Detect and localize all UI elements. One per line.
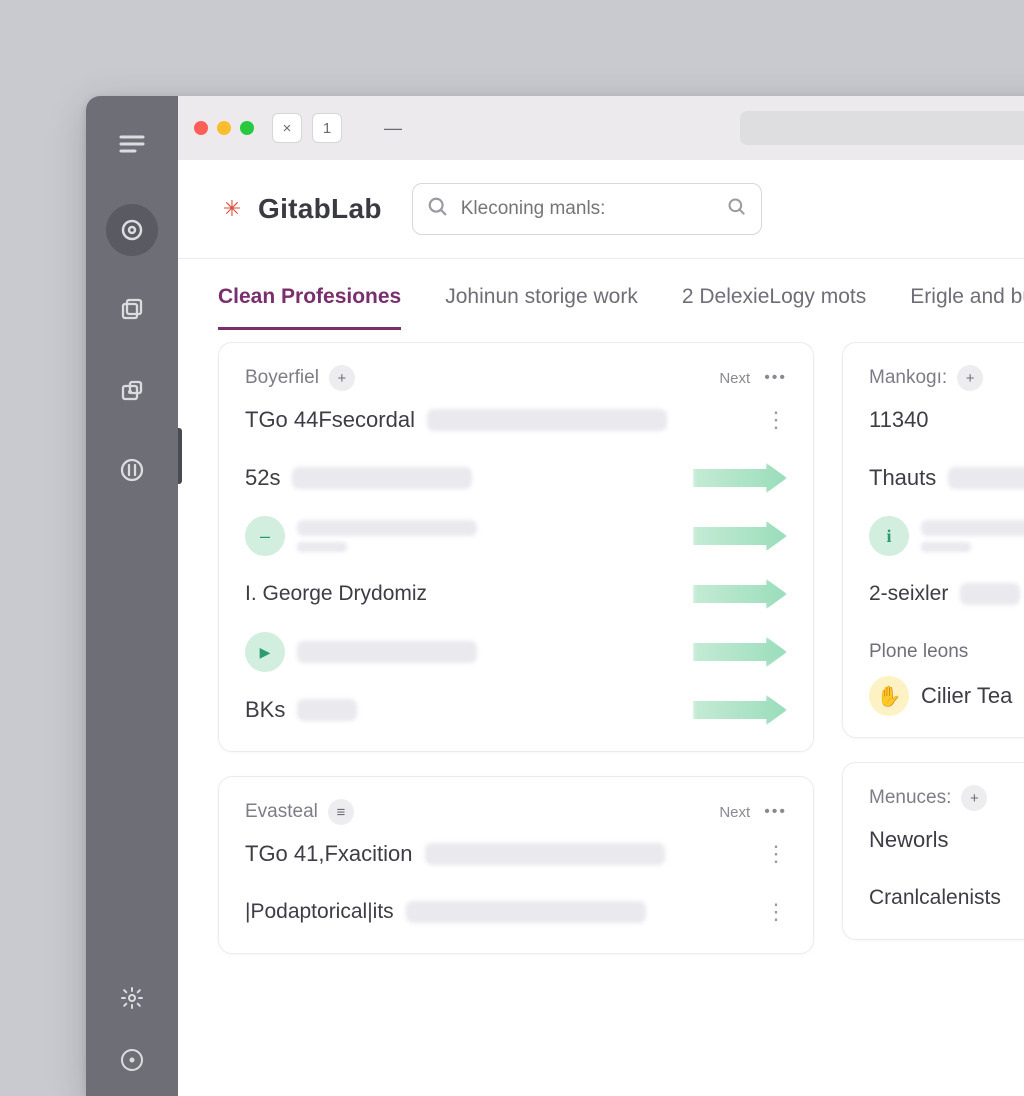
search-icon [427, 196, 449, 223]
list-item[interactable]: 11340 [869, 391, 1024, 449]
list-item[interactable]: 52s [245, 449, 787, 507]
card-title: Mankogı: [869, 367, 947, 389]
sidebar-item-projects[interactable] [106, 284, 158, 336]
list-item[interactable]: Neworls [869, 811, 1024, 869]
add-icon[interactable]: + [961, 785, 987, 811]
placeholder-text [297, 542, 347, 552]
card-menuces: Menuces: + Neworls Cranlcalenists [842, 762, 1024, 940]
search-box[interactable] [412, 183, 762, 235]
card-mankogi: Mankogı: + 11340 Thauts [842, 342, 1024, 738]
section-title: Plone leons [869, 641, 1024, 663]
placeholder-text [292, 467, 472, 489]
minimize-window-button[interactable] [217, 121, 231, 135]
row-menu-icon[interactable]: ⋮ [765, 841, 787, 867]
list-item[interactable]: 2-seixler [869, 565, 1024, 623]
app-window: × 1 — Cultach ✳ GitabLab [86, 96, 1024, 1096]
menu-toggle-icon[interactable] [106, 124, 158, 164]
titlebar: × 1 — Cultach [178, 96, 1024, 160]
placeholder-text [948, 467, 1024, 489]
dash-icon [245, 516, 285, 556]
row-menu-icon[interactable]: ⋮ [765, 407, 787, 433]
row-menu-icon[interactable]: ⋮ [765, 899, 787, 925]
tab-johinun[interactable]: Johinun storige work [445, 285, 638, 330]
next-button[interactable]: Next [719, 804, 750, 821]
sidebar-item-activity[interactable] [106, 444, 158, 496]
sidebar-rail [86, 96, 178, 1096]
placeholder-text [425, 843, 665, 865]
sort-icon[interactable] [328, 799, 354, 825]
card-title: Evasteal [245, 801, 318, 823]
placeholder-text [297, 641, 477, 663]
address-bar[interactable]: Cultach [740, 111, 1024, 145]
placeholder-text [960, 583, 1020, 605]
play-icon[interactable] [245, 632, 285, 672]
list-item[interactable]: Cranlcalenists [869, 869, 1024, 927]
add-icon[interactable]: + [957, 365, 983, 391]
progress-arrow-icon [693, 521, 787, 551]
next-button[interactable]: Next [719, 370, 750, 387]
tab-erigle[interactable]: Erigle and butice [910, 285, 1024, 330]
progress-arrow-icon [693, 579, 787, 609]
search-input[interactable] [461, 198, 715, 220]
placeholder-text [406, 901, 646, 923]
zoom-window-button[interactable] [240, 121, 254, 135]
sidebar-item-security[interactable] [106, 364, 158, 416]
sidebar-active-indicator [178, 428, 182, 484]
card-menu-icon[interactable]: ••• [764, 369, 787, 387]
search-submit-icon[interactable] [727, 197, 747, 222]
list-item[interactable]: TGo 41,Fxacition ⋮ [245, 825, 787, 883]
tab-close-button[interactable]: × [272, 113, 302, 143]
sidebar-item-home[interactable] [106, 204, 158, 256]
card-title: Menuces: [869, 787, 951, 809]
settings-icon[interactable] [106, 972, 158, 1024]
placeholder-text [297, 699, 357, 721]
close-window-button[interactable] [194, 121, 208, 135]
card-menu-icon[interactable]: ••• [764, 803, 787, 821]
content-tabs: Clean Profesiones Johinun storige work 2… [178, 259, 1024, 330]
card-evasteal: Evasteal Next ••• TGo 41,Fxacition ⋮ |Po… [218, 776, 814, 954]
list-item[interactable]: TGo 44Fsecordal ⋮ [245, 391, 787, 449]
placeholder-text [921, 520, 1024, 536]
list-item[interactable]: BKs [245, 681, 787, 739]
card-boyerfiel: Boyerfiel + Next ••• TGo 44Fsecordal ⋮ 5… [218, 342, 814, 752]
placeholder-text [427, 409, 667, 431]
list-item[interactable]: |Podaptorical|its ⋮ [245, 883, 787, 941]
hand-icon: ✋ [869, 676, 909, 716]
progress-arrow-icon [693, 695, 787, 725]
app-header: ✳ GitabLab [178, 160, 1024, 258]
list-item[interactable] [869, 507, 1024, 565]
progress-arrow-icon [693, 637, 787, 667]
placeholder-text [921, 542, 971, 552]
add-icon[interactable]: + [329, 365, 355, 391]
list-item[interactable]: Thauts [869, 449, 1024, 507]
main-area: × 1 — Cultach ✳ GitabLab [178, 96, 1024, 1096]
list-item[interactable]: ✋ Cilier Tea [869, 667, 1024, 725]
card-title: Boyerfiel [245, 367, 319, 389]
placeholder-text [297, 520, 477, 536]
logo-icon: ✳ [218, 195, 246, 223]
app-logo[interactable]: ✳ GitabLab [218, 193, 382, 225]
list-item[interactable] [245, 507, 787, 565]
tab-clean-profesiones[interactable]: Clean Profesiones [218, 285, 401, 330]
collapse-icon[interactable]: — [384, 118, 402, 139]
help-icon[interactable] [106, 1034, 158, 1086]
content-grid: Boyerfiel + Next ••• TGo 44Fsecordal ⋮ 5… [178, 330, 1024, 966]
app-name: GitabLab [258, 193, 382, 225]
info-icon [869, 516, 909, 556]
list-item[interactable] [245, 623, 787, 681]
tab-number-chip[interactable]: 1 [312, 113, 342, 143]
progress-arrow-icon [693, 463, 787, 493]
list-item[interactable]: I. George Drydomiz [245, 565, 787, 623]
window-controls [194, 121, 254, 135]
tab-delexielogy[interactable]: 2 DelexieLogy mots [682, 285, 866, 330]
